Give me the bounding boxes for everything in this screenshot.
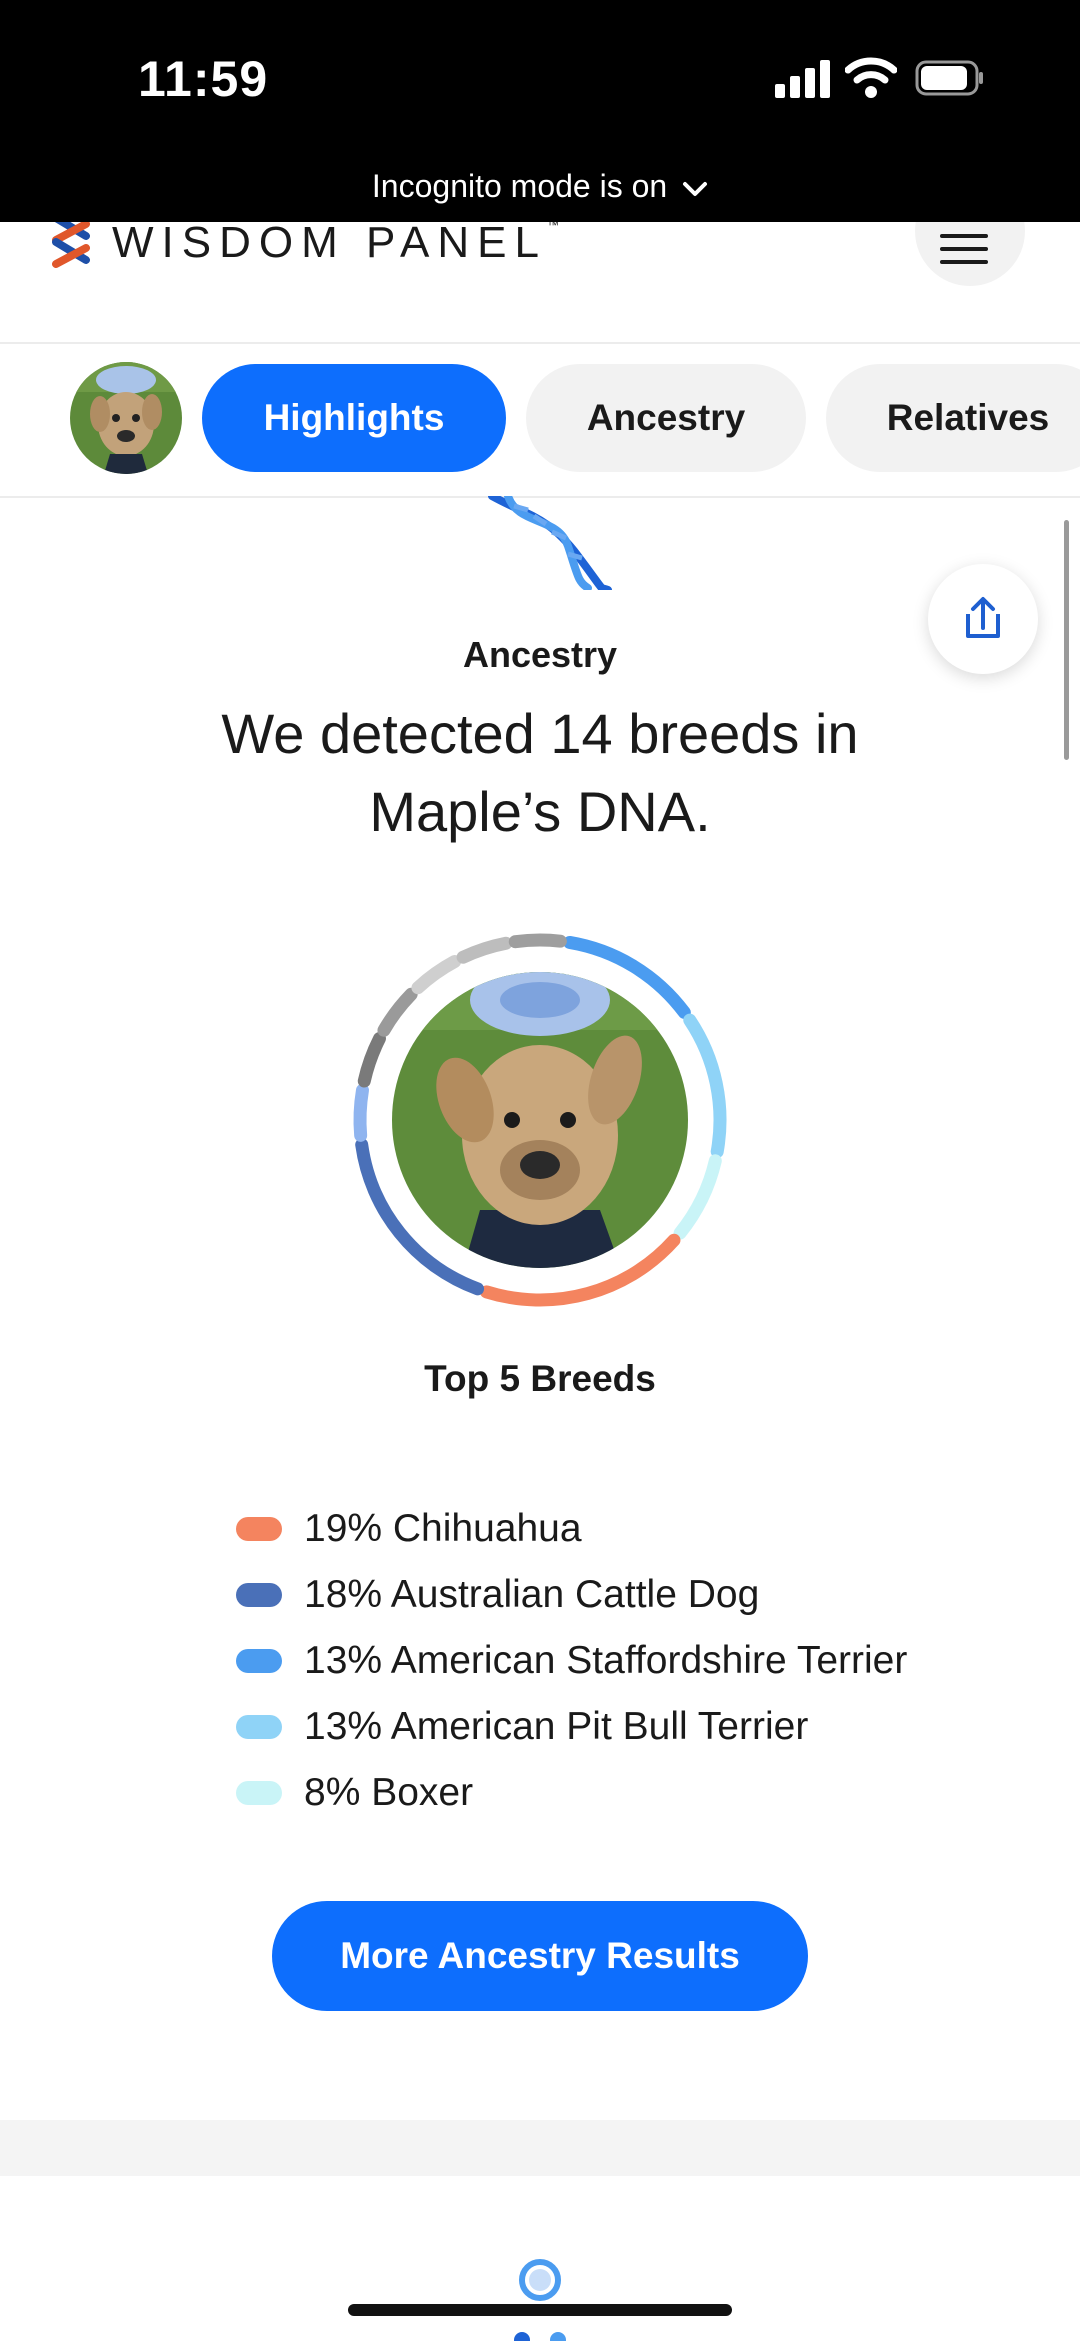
section-label: Ancestry — [462, 634, 618, 675]
signal-icon — [775, 58, 831, 98]
tab-highlights[interactable]: Highlights — [202, 364, 506, 472]
incognito-banner[interactable]: Incognito mode is on — [0, 168, 1080, 205]
battery-icon — [915, 60, 983, 96]
tab-bar: Highlights Ancestry Relatives — [0, 342, 1080, 498]
breed-donut-chart — [353, 933, 727, 1307]
donut-segment-other — [353, 1083, 369, 1142]
dog-photo — [392, 972, 688, 1268]
donut-segment-other — [357, 1032, 386, 1088]
legend-label: 19% Chihuahua — [304, 1507, 582, 1550]
dog-avatar[interactable] — [70, 362, 182, 474]
menu-button[interactable] — [915, 222, 1025, 286]
donut-segment-other — [456, 936, 513, 964]
donut-segment — [673, 1154, 722, 1240]
breeds-headline: We detected 14 breeds in Maple’s DNA. — [221, 702, 859, 843]
legend-item: 13% American Pit Bull Terrier — [236, 1694, 907, 1760]
chart-title: Top 5 Breeds — [424, 1358, 656, 1399]
chevron-down-icon — [683, 181, 708, 196]
incognito-label: Incognito mode is on — [371, 168, 668, 204]
section-divider — [0, 2120, 1080, 2176]
wifi-icon — [845, 57, 897, 98]
legend-label: 13% American Staffordshire Terrier — [304, 1639, 908, 1682]
hamburger-menu-icon — [940, 234, 988, 238]
breed-legend: 19% Chihuahua 18% Australian Cattle Dog … — [236, 1496, 907, 1826]
status-bar: 11:59 Incognito mode is on — [0, 0, 1080, 222]
legend-swatch — [236, 1649, 282, 1673]
legend-swatch — [236, 1583, 282, 1607]
logo-wordmark[interactable]: WISDOM PANEL™ — [112, 222, 559, 268]
status-time: 11:59 — [138, 51, 269, 107]
legend-item: 13% American Staffordshire Terrier — [236, 1628, 907, 1694]
legend-swatch — [236, 1715, 282, 1739]
tab-ancestry[interactable]: Ancestry — [526, 364, 806, 472]
legend-swatch — [236, 1517, 282, 1541]
legend-item: 18% Australian Cattle Dog — [236, 1562, 907, 1628]
donut-segment-other — [508, 933, 567, 949]
next-section-icon — [514, 2259, 566, 2341]
legend-swatch — [236, 1781, 282, 1805]
wisdom-panel-logo-icon[interactable] — [52, 222, 90, 270]
site-header: WISDOM PANEL™ — [0, 222, 1080, 342]
donut-segment-other — [377, 987, 418, 1037]
tab-relatives[interactable]: Relatives — [826, 364, 1080, 472]
legend-label: 13% American Pit Bull Terrier — [304, 1705, 809, 1748]
home-indicator — [348, 2304, 732, 2316]
legend-label: 18% Australian Cattle Dog — [304, 1573, 760, 1616]
legend-item: 8% Boxer — [236, 1760, 907, 1826]
dna-icon — [488, 496, 612, 590]
donut-segment — [683, 1013, 727, 1159]
more-ancestry-results-button[interactable]: More Ancestry Results — [272, 1901, 808, 2011]
legend-item: 19% Chihuahua — [236, 1496, 907, 1562]
donut-segment-other — [411, 955, 462, 995]
legend-label: 8% Boxer — [304, 1771, 474, 1814]
